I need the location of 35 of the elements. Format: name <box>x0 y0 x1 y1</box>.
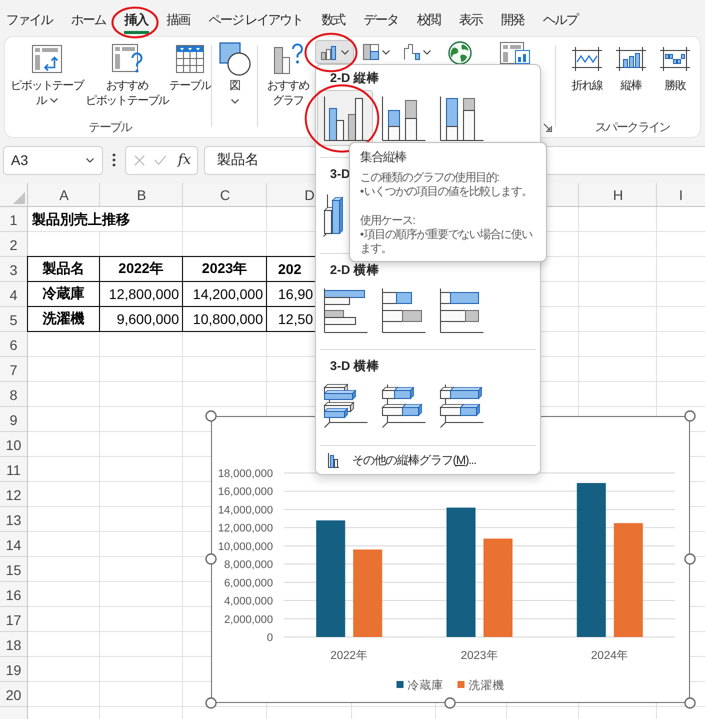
table-cell: 冷蔵庫 <box>27 282 100 307</box>
axis-category-label: 2024年 <box>591 650 629 662</box>
axis-category-label: 2023年 <box>460 650 498 662</box>
table-cell: 10,800,000 <box>183 307 267 332</box>
axis-tick-label: 10,000,000 <box>218 540 273 553</box>
table-cell: 14,200,000 <box>183 282 267 307</box>
tooltip-text: 使用ケース: <box>360 214 414 228</box>
axis-category-label: 2022年 <box>330 650 368 662</box>
axis-tick-label: 4,000,000 <box>224 596 273 608</box>
axis-tick-label: 0 <box>266 632 273 644</box>
table-cell: 洗濯機 <box>27 307 100 332</box>
table-cell: 9,600,000 <box>100 307 183 332</box>
group-label: スパークライン <box>595 119 670 136</box>
tooltip-text: この種類のグラフの使用目的: <box>360 171 498 185</box>
axis-tick-label: 12,000,000 <box>218 522 273 535</box>
table-cell: 2022年 <box>100 256 183 282</box>
menu-section-heading: 3-D <box>330 166 350 182</box>
tooltip-text: • 項目の順序が重要でない場合に使います。 <box>360 228 534 256</box>
axis-tick-label: 18,000,000 <box>218 468 273 480</box>
table-cell: 製品名 <box>27 256 100 282</box>
tooltip-title: 集合縦棒 <box>360 149 406 165</box>
legend-label: 冷蔵庫 <box>408 680 444 692</box>
axis-tick-label: 6,000,000 <box>224 577 273 590</box>
axis-tick-label: 8,000,000 <box>224 559 273 572</box>
axis-tick-label: 16,000,000 <box>218 486 273 498</box>
axis-tick-label: 14,000,000 <box>218 504 273 516</box>
sheet-title: 製品別売上推移 <box>32 207 132 231</box>
legend-label: 洗濯機 <box>468 680 504 692</box>
menu-section-heading: 2-D 縦棒 <box>330 70 380 86</box>
group-label: テーブル <box>88 119 132 136</box>
axis-tick-label: 2,000,000 <box>224 614 273 626</box>
table-cell: 12,800,000 <box>100 282 183 307</box>
tooltip-text: • いくつかの項目の値を比較します。 <box>360 185 532 199</box>
menu-section-heading: 3-D 横棒 <box>330 358 380 374</box>
table-cell: 2023年 <box>183 256 267 282</box>
